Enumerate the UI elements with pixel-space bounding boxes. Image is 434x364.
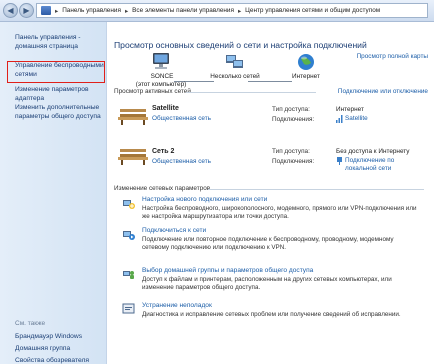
task-description: Диагностика и исправление сетевых пробле… [142,311,401,318]
network-name: Satellite [152,105,179,112]
active-networks-header: Просмотр активных сетей [114,88,191,95]
section-divider [208,189,424,190]
network-type-link[interactable]: Общественная сеть [152,115,211,122]
connection-link[interactable]: Satellite [345,115,368,123]
globe-icon [298,54,314,70]
sidebar-item-sharing[interactable]: Изменить дополнительные параметры общего… [15,104,105,121]
internet-label: Интернет [292,73,320,80]
sidebar-item-homegroup[interactable]: Домашняя группа [15,345,70,352]
computer-name: SONCE [150,73,174,80]
troubleshoot-icon [122,303,135,314]
breadcrumb-control-panel[interactable]: Панель управления [62,7,121,14]
task-homegroup-link[interactable]: Выбор домашней группы и параметров общег… [142,267,313,274]
ethernet-icon [337,157,342,165]
sidebar-item-adapter[interactable]: Изменение параметров адаптера [15,86,105,103]
breadcrumb-separator[interactable]: ▸ [238,7,241,15]
connection-link[interactable]: Подключение по локальной сети [345,157,425,173]
sidebar: Панель управления - домашняя страница Уп… [0,22,107,364]
computer-node[interactable] [136,52,186,72]
access-type-label: Тип доступа: [272,106,310,113]
sidebar-item-internet-options[interactable]: Свойства обозревателя [15,357,89,364]
map-link-line [248,81,292,82]
address-toolbar: ◀ ▶ ▸ Панель управления ▸ Все элементы п… [0,0,434,22]
breadcrumb-separator[interactable]: ▸ [55,7,58,15]
networks-label: Несколько сетей [210,73,260,80]
control-panel-icon [41,6,51,15]
access-type-label: Тип доступа: [272,148,310,155]
public-network-bench-icon [118,149,148,165]
access-type-value: Интернет [336,106,364,113]
back-button[interactable]: ◀ [3,3,18,18]
full-map-link[interactable]: Просмотр полной карты [357,53,428,60]
connections-label: Подключения: [272,116,315,123]
wireless-signal-icon [336,115,343,123]
address-bar[interactable]: ▸ Панель управления ▸ Все элементы панел… [36,3,428,18]
sidebar-item-home[interactable]: Панель управления - домашняя страница [15,34,105,51]
breadcrumb-all-items[interactable]: Все элементы панели управления [132,7,234,14]
sidebar-item-firewall[interactable]: Брандмауэр Windows [15,333,82,340]
task-connect-network-link[interactable]: Подключиться к сети [142,227,206,234]
task-description: Настройка беспроводного, широкополосного… [142,205,417,220]
breadcrumb-network-center[interactable]: Центр управления сетями и общим доступом [245,7,380,14]
internet-node[interactable] [286,52,326,72]
task-description: Доступ к файлам и принтерам, расположенн… [142,276,392,291]
connect-disconnect-link[interactable]: Подключение или отключение [338,88,428,95]
task-troubleshoot-link[interactable]: Устранение неполадок [142,302,212,309]
network-name: Сеть 2 [152,148,175,155]
connections-label: Подключения: [272,158,315,165]
computer-subtitle: (этот компьютер) [135,81,187,88]
task-setup-connection-link[interactable]: Настройка нового подключения или сети [142,196,267,203]
breadcrumb-separator[interactable]: ▸ [125,7,128,15]
connect-network-icon [123,231,135,240]
new-connection-icon [123,200,135,209]
public-network-bench-icon [118,109,148,125]
main-content: Просмотр основных сведений о сети и наст… [108,22,434,364]
change-settings-header: Изменение сетевых параметров [114,185,211,192]
sidebar-item-wireless[interactable]: Управление беспроводными сетями [15,62,105,79]
access-type-value: Без доступа к Интернету [336,148,410,155]
computer-icon [153,53,169,69]
page-title: Просмотр основных сведений о сети и наст… [114,40,367,50]
forward-button[interactable]: ▶ [19,3,34,18]
section-divider [186,92,316,93]
multiple-networks-icon [226,55,243,68]
homegroup-icon [123,271,134,279]
network-type-link[interactable]: Общественная сеть [152,158,211,165]
see-also-label: См. также [15,320,46,327]
networks-node[interactable] [210,52,260,72]
task-description: Подключение или повторное подключение к … [142,236,394,251]
